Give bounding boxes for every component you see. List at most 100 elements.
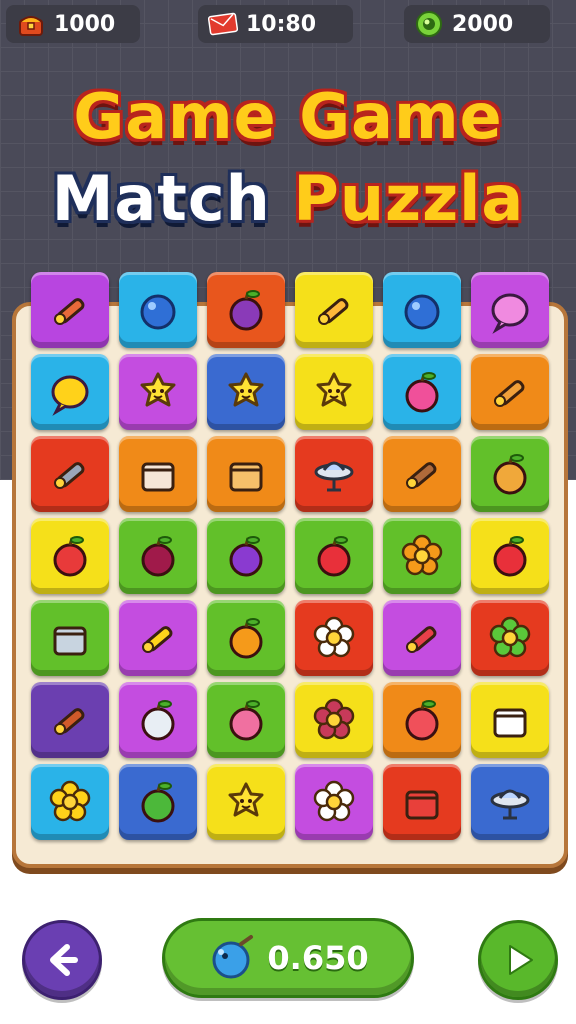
tile-r2-c4[interactable] <box>295 354 373 430</box>
tile-r4-c2[interactable] <box>119 518 197 594</box>
back-button[interactable] <box>22 920 102 1000</box>
tile-r4-c3[interactable] <box>207 518 285 594</box>
purple-berry-icon <box>229 290 263 331</box>
tile-r6-c1[interactable] <box>31 682 109 758</box>
tile-r7-c3[interactable] <box>207 764 285 840</box>
tile-r4-c4[interactable] <box>295 518 373 594</box>
trash-can-icon <box>53 626 87 656</box>
tile-r6-c5[interactable] <box>383 682 461 758</box>
tile-r2-c1[interactable] <box>31 354 109 430</box>
spray-can-icon <box>405 790 439 820</box>
tile-r1-c2[interactable] <box>119 272 197 348</box>
tile-r6-c6[interactable] <box>471 682 549 758</box>
tile-r2-c6[interactable] <box>471 354 549 430</box>
spinning-top-icon <box>490 789 530 820</box>
cherry-icon <box>317 536 351 577</box>
frog-face-icon <box>228 372 264 407</box>
tile-r3-c4[interactable] <box>295 436 373 512</box>
tile-r3-c6[interactable] <box>471 436 549 512</box>
daisy-face-icon <box>313 780 355 822</box>
balance-display[interactable]: 0.650 <box>162 918 414 998</box>
timer-value: 10:80 <box>246 11 317 37</box>
tile-r4-c6[interactable] <box>471 518 549 594</box>
tile-r2-c2[interactable] <box>119 354 197 430</box>
title-line-2: Match Puzzla <box>0 162 576 235</box>
tile-r5-c4[interactable] <box>295 600 373 676</box>
yellow-bubble-icon <box>51 375 89 416</box>
tile-r7-c4[interactable] <box>295 764 373 840</box>
pink-apple-icon <box>405 372 439 413</box>
play-triangle-icon <box>509 945 533 975</box>
yellow-flower-icon <box>49 780 91 822</box>
timer-counter[interactable]: 10:80 <box>198 5 353 43</box>
tile-r7-c1[interactable] <box>31 764 109 840</box>
gems-value: 2000 <box>452 11 514 37</box>
tile-r5-c3[interactable] <box>207 600 285 676</box>
garlic-icon <box>141 700 175 741</box>
green-ring-icon <box>404 294 440 330</box>
pink-bubble-icon <box>491 293 529 334</box>
tile-r1-c1[interactable] <box>31 272 109 348</box>
tile-r7-c6[interactable] <box>471 764 549 840</box>
tomato-face-icon <box>405 700 439 741</box>
ufo-icon <box>314 461 354 492</box>
orange-fruit-icon <box>229 618 263 659</box>
cactus-icon <box>141 782 175 823</box>
tile-r2-c3[interactable] <box>207 354 285 430</box>
tile-r1-c5[interactable] <box>383 272 461 348</box>
red-apple-icon <box>53 536 87 577</box>
tile-r4-c5[interactable] <box>383 518 461 594</box>
white-flower-icon <box>313 616 355 658</box>
chili-pepper-icon <box>494 380 525 407</box>
title-word-match: Match <box>51 162 271 235</box>
tile-r6-c3[interactable] <box>207 682 285 758</box>
balance-value: 0.650 <box>267 939 369 977</box>
envelope-icon <box>208 9 238 39</box>
pencil-icon <box>54 298 85 325</box>
coins-value: 1000 <box>54 11 116 37</box>
berry-branch-icon <box>313 698 355 740</box>
tile-r3-c2[interactable] <box>119 436 197 512</box>
green-gem-icon <box>414 9 444 39</box>
tile-r3-c3[interactable] <box>207 436 285 512</box>
sun-face-icon <box>316 372 352 407</box>
blue-orb-icon <box>212 935 254 979</box>
arrow-left-icon <box>50 944 78 976</box>
beet-icon <box>141 536 175 577</box>
gems-counter[interactable]: 2000 <box>404 5 550 43</box>
house-icon <box>229 462 263 492</box>
title-line-1: Game Game <box>73 80 503 153</box>
tile-r5-c5[interactable] <box>383 600 461 676</box>
coins-counter[interactable]: 1000 <box>6 5 140 43</box>
picture-card-icon <box>493 708 527 738</box>
log-icon <box>54 708 85 735</box>
tile-r7-c5[interactable] <box>383 764 461 840</box>
map-pin-icon <box>493 536 527 577</box>
pizza-cutter-icon <box>406 462 437 489</box>
bell-pepper-icon <box>493 454 527 495</box>
disc-tool-icon <box>54 462 85 489</box>
tile-r3-c5[interactable] <box>383 436 461 512</box>
treasure-chest-icon <box>16 9 46 39</box>
dice-cups-icon <box>141 462 175 492</box>
tile-r1-c3[interactable] <box>207 272 285 348</box>
tile-r4-c1[interactable] <box>31 518 109 594</box>
tile-r6-c4[interactable] <box>295 682 373 758</box>
green-flower-icon <box>489 616 531 658</box>
tile-r6-c2[interactable] <box>119 682 197 758</box>
lipstick-icon <box>406 626 437 653</box>
tile-r3-c1[interactable] <box>31 436 109 512</box>
banana-icon <box>142 626 173 653</box>
tile-r5-c6[interactable] <box>471 600 549 676</box>
ice-cream-cone-icon <box>318 298 349 325</box>
peach-icon <box>229 700 263 741</box>
tile-r2-c5[interactable] <box>383 354 461 430</box>
play-button[interactable] <box>478 920 558 1000</box>
smiley-star-icon <box>228 782 264 817</box>
title-word-puzzla: Puzzla <box>293 162 525 235</box>
tile-r1-c6[interactable] <box>471 272 549 348</box>
tile-r5-c2[interactable] <box>119 600 197 676</box>
tile-r1-c4[interactable] <box>295 272 373 348</box>
tile-r5-c1[interactable] <box>31 600 109 676</box>
tile-r7-c2[interactable] <box>119 764 197 840</box>
